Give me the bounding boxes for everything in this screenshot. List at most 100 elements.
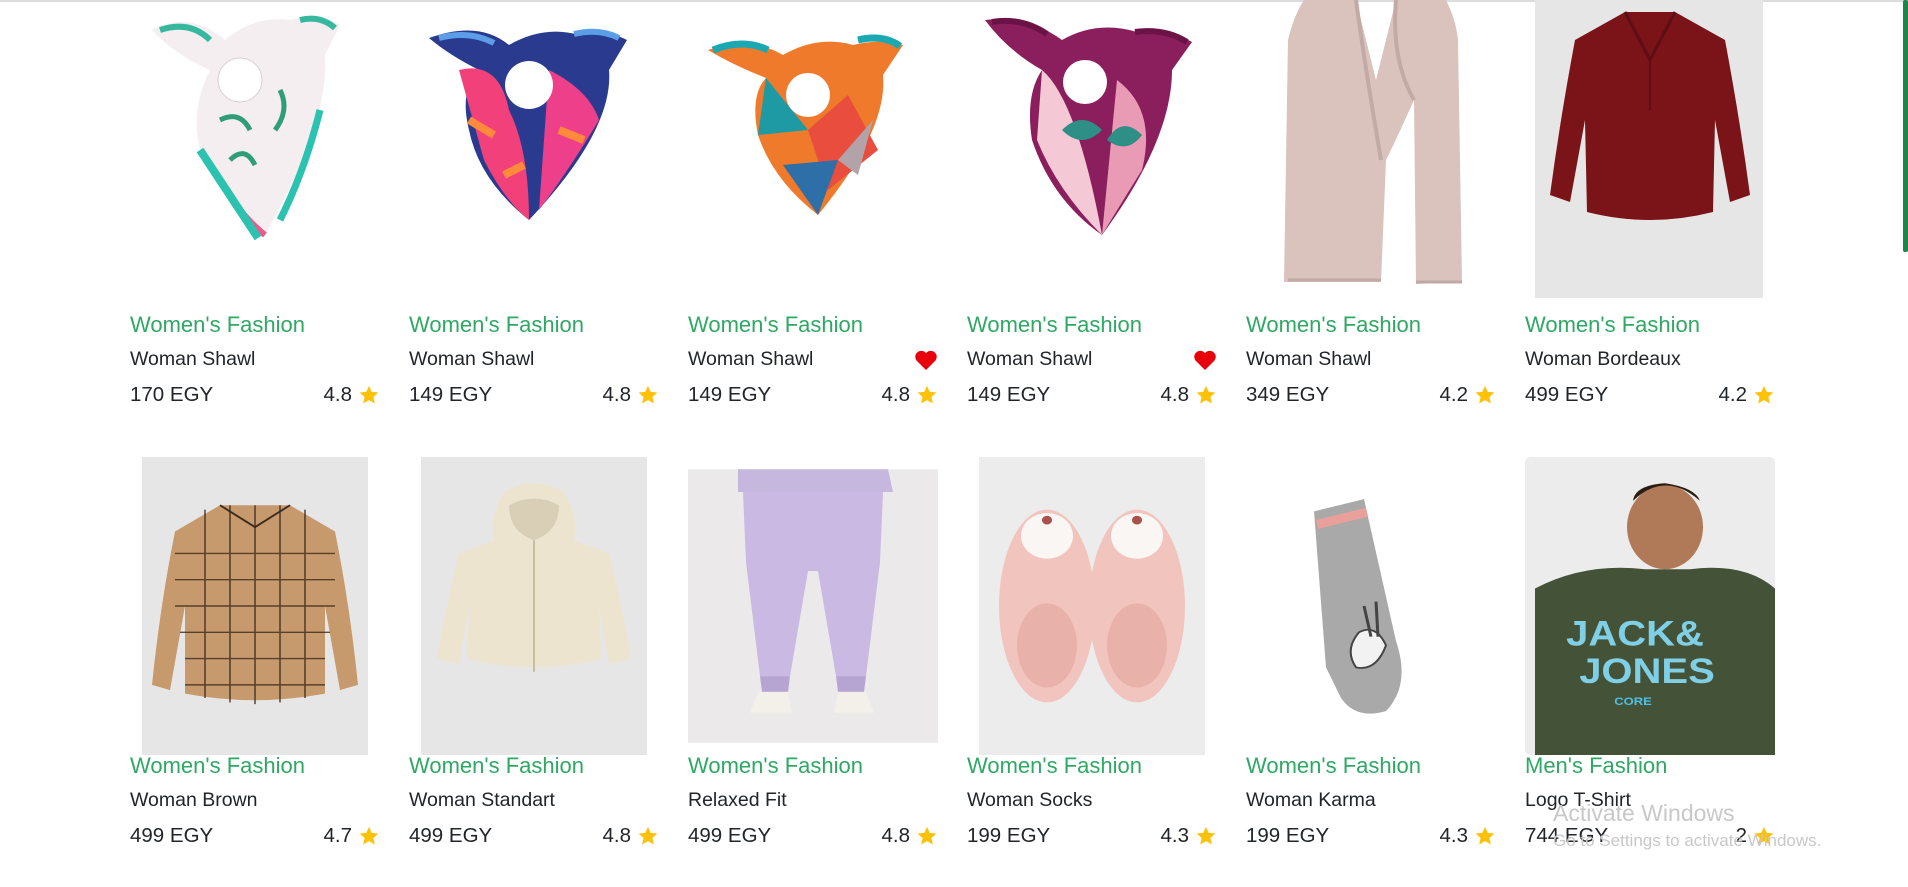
rating-value: 4.3 (1160, 824, 1190, 847)
watermark-subtitle: Go to Settings to activate Windows. (1553, 831, 1822, 850)
rating-value: 4.8 (881, 383, 911, 406)
product-card[interactable]: Women's Fashion Relaxed Fit 499 EGY 4.8 (688, 441, 938, 882)
product-card[interactable]: Women's Fashion Woman Shawl 149 EGY 4.8 (409, 0, 659, 441)
product-price: 499 EGY (688, 824, 772, 847)
product-price: 149 EGY (967, 383, 1051, 406)
product-image[interactable] (130, 0, 380, 298)
product-name[interactable]: Woman Shawl (409, 348, 534, 371)
star-icon (638, 385, 658, 404)
product-rating: 4.2 (1719, 383, 1776, 407)
rating-value: 4.8 (1160, 383, 1190, 406)
star-icon (917, 826, 937, 845)
product-price: 499 EGY (409, 824, 493, 847)
tshirt-print-line3: CORE (1614, 695, 1652, 708)
product-name[interactable]: Woman Shawl (688, 348, 813, 371)
product-price: 149 EGY (688, 383, 772, 406)
product-image[interactable] (688, 0, 938, 298)
product-image[interactable] (1246, 0, 1496, 298)
rating-value: 4.3 (1439, 824, 1469, 847)
product-category[interactable]: Women's Fashion (1246, 753, 1421, 779)
star-icon (359, 385, 379, 404)
product-card[interactable]: Women's Fashion Woman Brown 499 EGY 4.7 (130, 441, 380, 882)
product-image[interactable] (130, 457, 380, 755)
product-rating: 4.8 (603, 824, 660, 848)
star-icon (1196, 826, 1216, 845)
product-image[interactable] (1246, 457, 1496, 755)
product-image[interactable] (409, 457, 659, 755)
product-card[interactable]: Women's Fashion Woman Bordeaux 499 EGY 4… (1525, 0, 1775, 441)
product-name[interactable]: Woman Karma (1246, 789, 1376, 812)
product-category[interactable]: Women's Fashion (967, 312, 1142, 338)
product-price: 199 EGY (1246, 824, 1330, 847)
rating-value: 4.7 (323, 824, 353, 847)
rating-value: 4.8 (881, 824, 911, 847)
product-name[interactable]: Woman Standart (409, 789, 555, 812)
product-price: 499 EGY (130, 824, 214, 847)
product-price: 499 EGY (1525, 383, 1609, 406)
product-card[interactable]: Women's Fashion Woman Standart 499 EGY 4… (409, 441, 659, 882)
product-rating: 4.7 (324, 824, 381, 848)
product-image[interactable] (1525, 0, 1775, 298)
tshirt-print-line2: JONES (1579, 651, 1715, 690)
product-rating: 4.8 (1161, 383, 1218, 407)
product-card[interactable]: Women's Fashion Woman Shawl 349 EGY 4.2 (1246, 0, 1496, 441)
windows-activation-watermark: Activate Windows Go to Settings to activ… (1553, 800, 1821, 851)
product-rating: 4.8 (324, 383, 381, 407)
product-price: 349 EGY (1246, 383, 1330, 406)
product-rating: 4.3 (1161, 824, 1218, 848)
product-rating: 4.8 (603, 383, 660, 407)
rating-value: 4.8 (602, 824, 632, 847)
watermark-title: Activate Windows (1553, 800, 1735, 826)
product-image[interactable] (967, 457, 1217, 755)
star-icon (638, 826, 658, 845)
product-name[interactable]: Woman Bordeaux (1525, 348, 1681, 371)
product-rating: 4.8 (882, 824, 939, 848)
product-card[interactable]: Women's Fashion Woman Karma 199 EGY 4.3 (1246, 441, 1496, 882)
product-rating: 4.2 (1440, 383, 1497, 407)
product-category[interactable]: Women's Fashion (130, 753, 305, 779)
star-icon (917, 385, 937, 404)
rating-value: 4.8 (323, 383, 353, 406)
product-category[interactable]: Women's Fashion (1246, 312, 1421, 338)
tshirt-print-line1: JACK& (1566, 614, 1704, 653)
product-category[interactable]: Women's Fashion (130, 312, 305, 338)
product-name[interactable]: Relaxed Fit (688, 789, 787, 812)
product-price: 170 EGY (130, 383, 214, 406)
rating-value: 4.8 (602, 383, 632, 406)
favorite-heart-icon[interactable] (914, 349, 938, 371)
product-category[interactable]: Women's Fashion (688, 312, 863, 338)
product-rating: 4.8 (882, 383, 939, 407)
product-category[interactable]: Women's Fashion (1525, 312, 1700, 338)
product-card[interactable]: Women's Fashion Woman Shawl 149 EGY 4.8 (967, 0, 1217, 441)
star-icon (359, 826, 379, 845)
product-name[interactable]: Woman Brown (130, 789, 258, 812)
product-name[interactable]: Woman Shawl (130, 348, 255, 371)
product-name[interactable]: Woman Shawl (1246, 348, 1371, 371)
scrollbar-thumb[interactable] (1903, 0, 1908, 252)
product-image[interactable] (967, 0, 1217, 298)
product-image[interactable] (688, 457, 938, 755)
rating-value: 4.2 (1439, 383, 1469, 406)
product-category[interactable]: Women's Fashion (409, 312, 584, 338)
product-card[interactable]: Women's Fashion Woman Shawl 170 EGY 4.8 (130, 0, 380, 441)
star-icon (1475, 826, 1495, 845)
product-image[interactable]: JACK& JONES CORE (1525, 457, 1775, 755)
product-card[interactable]: Women's Fashion Woman Socks 199 EGY 4.3 (967, 441, 1217, 882)
rating-value: 4.2 (1718, 383, 1748, 406)
product-name[interactable]: Woman Shawl (967, 348, 1092, 371)
product-category[interactable]: Women's Fashion (688, 753, 863, 779)
favorite-heart-icon[interactable] (1193, 349, 1217, 371)
star-icon (1475, 385, 1495, 404)
product-price: 149 EGY (409, 383, 493, 406)
product-category[interactable]: Women's Fashion (967, 753, 1142, 779)
star-icon (1754, 385, 1774, 404)
product-rating: 4.3 (1440, 824, 1497, 848)
product-grid: Women's Fashion Woman Shawl 170 EGY 4.8 … (130, 0, 1775, 882)
product-category[interactable]: Men's Fashion (1525, 753, 1667, 779)
product-price: 199 EGY (967, 824, 1051, 847)
product-card[interactable]: Women's Fashion Woman Shawl 149 EGY 4.8 (688, 0, 938, 441)
product-name[interactable]: Woman Socks (967, 789, 1092, 812)
product-category[interactable]: Women's Fashion (409, 753, 584, 779)
product-image[interactable] (409, 0, 659, 298)
star-icon (1196, 385, 1216, 404)
